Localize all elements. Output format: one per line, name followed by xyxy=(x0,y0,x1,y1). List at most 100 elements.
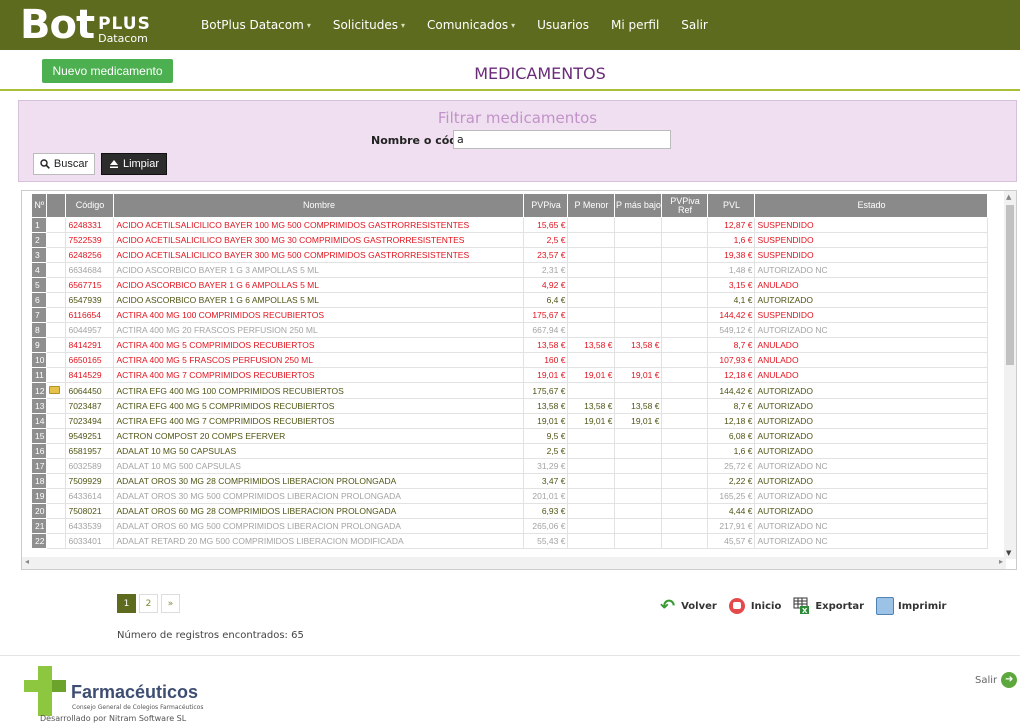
page-title: MEDICAMENTOS xyxy=(474,64,606,83)
botplus-logo[interactable]: Bot PLUS Datacom xyxy=(20,5,151,45)
row-folder-cell xyxy=(46,307,67,323)
column-header[interactable]: Nº xyxy=(30,193,48,218)
cell-pbajo: 13,58 € xyxy=(614,398,663,414)
scrollbar-thumb[interactable] xyxy=(1006,205,1014,365)
cell-ref xyxy=(661,458,709,474)
cell-pvl: 1,6 € xyxy=(707,232,756,248)
menu-item-4[interactable]: Mi perfil xyxy=(611,18,659,32)
cell-pvp: 4,92 € xyxy=(523,277,569,293)
table-row[interactable]: 21 6433539 ADALAT OROS 60 MG 500 COMPRIMID… xyxy=(30,518,989,534)
row-folder-cell xyxy=(46,337,67,353)
back-button[interactable]: ↶ Volver xyxy=(660,596,717,617)
cell-pvp: 201,01 € xyxy=(523,488,569,504)
cell-estado: AUTORIZADO xyxy=(754,413,989,429)
cell-pmenor xyxy=(567,443,616,459)
column-header[interactable]: PVPiva xyxy=(523,193,569,218)
table-row[interactable]: 9 8414291 ACTIRA 400 MG 5 COMPRIMIDOS RECU… xyxy=(30,337,989,353)
cell-code: 6581957 xyxy=(65,443,115,459)
table-row[interactable]: 17 6032589 ADALAT 10 MG 500 CAPSULAS 31,29 … xyxy=(30,458,989,474)
menu-item-5[interactable]: Salir xyxy=(681,18,708,32)
column-header[interactable]: P más bajo xyxy=(614,193,663,218)
next-page-button[interactable]: » xyxy=(161,594,180,613)
table-row[interactable]: 1 6248331 ACIDO ACETILSALICILICO BAYER 100… xyxy=(30,217,989,233)
footer-exit-button[interactable]: Salir ➜ xyxy=(975,672,1018,688)
logo-plus-text: PLUS xyxy=(98,14,151,34)
table-row[interactable]: 16 6581957 ADALAT 10 MG 50 CAPSULAS 2,5 € 1,… xyxy=(30,443,989,459)
new-medicine-button[interactable]: Nuevo medicamento xyxy=(42,59,173,83)
cell-pbajo xyxy=(614,322,663,338)
row-number: 16 xyxy=(30,443,48,459)
home-button[interactable]: Inicio xyxy=(728,598,781,614)
cell-pbajo xyxy=(614,307,663,323)
search-button[interactable]: Buscar xyxy=(33,153,95,175)
cell-code: 8414291 xyxy=(65,337,115,353)
table-row[interactable]: 18 7509929 ADALAT OROS 30 MG 28 COMPRIMIDO… xyxy=(30,473,989,489)
clear-button[interactable]: Limpiar xyxy=(101,153,167,175)
print-button[interactable]: Imprimir xyxy=(876,597,946,615)
table-row[interactable]: 22 6033401 ADALAT RETARD 20 MG 500 COMPRIM… xyxy=(30,533,989,549)
horizontal-scrollbar[interactable]: ◂ ▸ xyxy=(22,557,1006,569)
cell-pvl: 2,22 € xyxy=(707,473,756,489)
table-row[interactable]: 6 6547939 ACIDO ASCORBICO BAYER 1 G 6 AMPO… xyxy=(30,292,989,308)
cell-pbajo xyxy=(614,382,663,399)
table-row[interactable]: 20 7508021 ADALAT OROS 60 MG 28 COMPRIMIDO… xyxy=(30,503,989,519)
cell-pvl: 25,72 € xyxy=(707,458,756,474)
scroll-down-arrow-icon[interactable]: ▼ xyxy=(1006,549,1011,557)
table-row[interactable]: 14 7023494 ACTIRA EFG 400 MG 7 COMPRIMIDOS… xyxy=(30,413,989,429)
cell-pvp: 31,29 € xyxy=(523,458,569,474)
table-row[interactable]: 19 6433614 ADALAT OROS 30 MG 500 COMPRIMID… xyxy=(30,488,989,504)
name-or-code-input[interactable] xyxy=(453,130,671,149)
table-row[interactable]: 7 6116654 ACTIRA 400 MG 100 COMPRIMIDOS RE… xyxy=(30,307,989,323)
column-header[interactable]: Código xyxy=(65,193,115,218)
column-header[interactable]: Nombre xyxy=(113,193,525,218)
column-header[interactable]: P Menor xyxy=(567,193,616,218)
action-bar: ↶ Volver Inicio X Exportar Imprimir xyxy=(660,594,958,618)
cell-name: ACTIRA 400 MG 5 FRASCOS PERFUSION 250 ML xyxy=(113,352,525,368)
eject-icon xyxy=(109,160,118,168)
scroll-left-arrow-icon[interactable]: ◂ xyxy=(25,557,29,566)
scroll-right-arrow-icon[interactable]: ▸ xyxy=(999,557,1003,566)
table-row[interactable]: 11 8414529 ACTIRA 400 MG 7 COMPRIMIDOS REC… xyxy=(30,367,989,383)
table-row[interactable]: 4 6634684 ACIDO ASCORBICO BAYER 1 G 3 AMPO… xyxy=(30,262,989,278)
menu-item-0[interactable]: BotPlus Datacom ▾ xyxy=(201,18,311,32)
table-row[interactable]: 8 6044957 ACTIRA 400 MG 20 FRASCOS PERFUSI… xyxy=(30,322,989,338)
table-row[interactable]: 5 6567715 ACIDO ASCORBICO BAYER 1 G 6 AMPO… xyxy=(30,277,989,293)
filter-panel: Filtrar medicamentos Nombre o código Bus… xyxy=(18,100,1017,182)
table-row[interactable]: 2 7522539 ACIDO ACETILSALICILICO BAYER 300… xyxy=(30,232,989,248)
cell-code: 6032589 xyxy=(65,458,115,474)
cell-pbajo xyxy=(614,352,663,368)
scroll-up-arrow-icon[interactable]: ▲ xyxy=(1006,193,1011,201)
row-number: 2 xyxy=(30,232,48,248)
cell-pvp: 19,01 € xyxy=(523,413,569,429)
row-number: 10 xyxy=(30,352,48,368)
table-row[interactable]: 13 7023487 ACTIRA EFG 400 MG 5 COMPRIMIDOS… xyxy=(30,398,989,414)
cell-pbajo xyxy=(614,292,663,308)
column-header[interactable]: PVPiva Ref xyxy=(661,193,709,218)
cell-name: ACTIRA EFG 400 MG 5 COMPRIMIDOS RECUBIER… xyxy=(113,398,525,414)
table-row[interactable]: 10 6650165 ACTIRA 400 MG 5 FRASCOS PERFUSI… xyxy=(30,352,989,368)
row-number: 1 xyxy=(30,217,48,233)
cell-name: ADALAT OROS 60 MG 28 COMPRIMIDOS LIBERAC… xyxy=(113,503,525,519)
cell-pvp: 55,43 € xyxy=(523,533,569,549)
row-folder-cell[interactable] xyxy=(46,382,67,399)
cell-code: 6116654 xyxy=(65,307,115,323)
column-header[interactable] xyxy=(46,193,67,218)
page-button[interactable]: 1 xyxy=(117,594,136,613)
menu-item-3[interactable]: Usuarios xyxy=(537,18,589,32)
results-table-container[interactable]: Nº Código Nombre PVPiva P Menor P más bajo PVP… xyxy=(21,190,1017,570)
row-folder-cell xyxy=(46,413,67,429)
folder-icon[interactable] xyxy=(49,386,61,394)
menu-item-1[interactable]: Solicitudes ▾ xyxy=(333,18,405,32)
cell-pmenor xyxy=(567,307,616,323)
vertical-scrollbar[interactable]: ▲ ▼ xyxy=(1004,191,1016,559)
column-header[interactable]: PVL xyxy=(707,193,756,218)
cell-ref xyxy=(661,367,709,383)
menu-item-2[interactable]: Comunicados ▾ xyxy=(427,18,515,32)
table-row[interactable]: 12 6064450 ACTIRA EFG 400 MG 100 COMPRIMID… xyxy=(30,382,989,399)
column-header[interactable]: Estado xyxy=(754,193,989,218)
cell-estado: ANULADO xyxy=(754,367,989,383)
export-button[interactable]: X Exportar xyxy=(793,597,864,615)
table-row[interactable]: 3 6248256 ACIDO ACETILSALICILICO BAYER 300… xyxy=(30,247,989,263)
page-button[interactable]: 2 xyxy=(139,594,158,613)
table-row[interactable]: 15 9549251 ACTRON COMPOST 20 COMPS EFERVER… xyxy=(30,428,989,444)
